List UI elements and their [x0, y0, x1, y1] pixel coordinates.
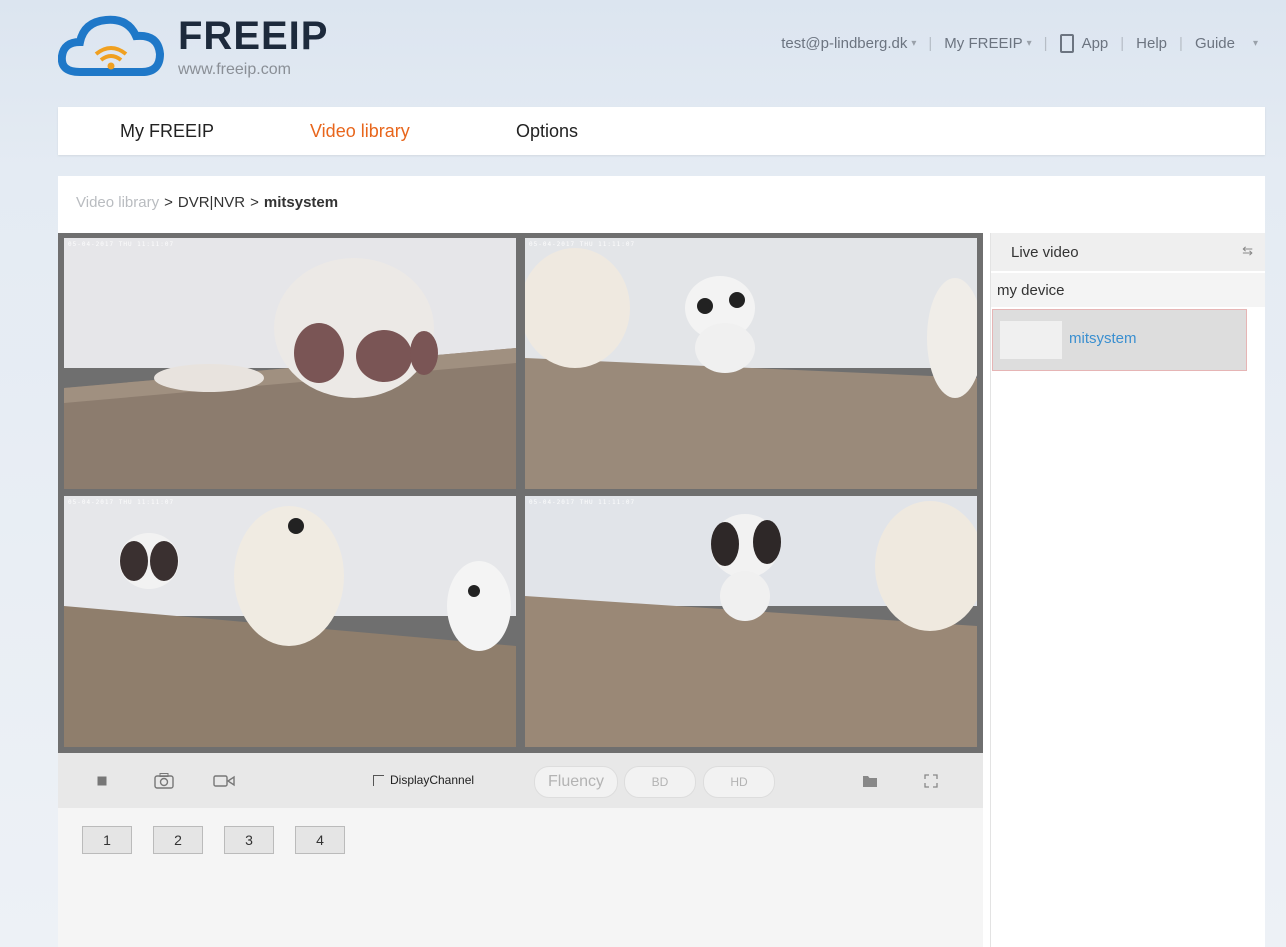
display-channel-checkbox[interactable]	[373, 774, 384, 786]
brand-url: www.freeip.com	[178, 61, 291, 78]
top-nav: test@p-lindberg.dk ▾ | My FREEIP ▾ | App |…	[781, 34, 1258, 53]
folder-icon[interactable]	[856, 769, 884, 793]
brand-name: FREEIP	[178, 14, 329, 58]
channel-button-1[interactable]: 1	[82, 826, 132, 854]
content-panel: Video library > DVR|NVR > mitsystem 05-04-20…	[58, 176, 1265, 947]
menu-item-options[interactable]: Options	[516, 121, 578, 142]
guide-menu[interactable]: Guide ▾	[1195, 35, 1258, 52]
channel-timestamp: 05-04-2017 THU 11:11:07	[68, 499, 175, 506]
help-label: Help	[1136, 35, 1168, 52]
app-label: App	[1081, 35, 1109, 52]
video-channel-3[interactable]: 05-04-2017 THU 11:11:07	[64, 496, 516, 747]
help-link[interactable]: Help	[1136, 35, 1167, 52]
player-toolbar: DisplayChannel Fluency BD HD	[58, 753, 983, 808]
bd-button[interactable]: BD	[624, 766, 696, 798]
device-name: mitsystem	[1069, 330, 1137, 347]
device-group-label: my device	[997, 282, 1065, 299]
breadcrumb-video-library[interactable]: Video library	[76, 194, 159, 211]
menu-item-my-freeip[interactable]: My FREEIP	[120, 121, 214, 142]
breadcrumb-separator: >	[250, 194, 259, 211]
divider: |	[1043, 35, 1048, 52]
divider: |	[1120, 35, 1125, 52]
divider: |	[1179, 35, 1183, 52]
live-video-title: Live video	[1011, 244, 1079, 261]
device-thumbnail	[1000, 321, 1062, 359]
fullscreen-icon[interactable]	[917, 769, 945, 793]
breadcrumb: Video library > DVR|NVR > mitsystem	[76, 194, 338, 211]
channel-timestamp: 05-04-2017 THU 11:11:07	[68, 241, 175, 248]
breadcrumb-dvr-nvr[interactable]: DVR|NVR	[178, 194, 245, 211]
chevron-down-icon: ▾	[1026, 38, 1032, 49]
video-channel-1[interactable]: 05-04-2017 THU 11:11:07	[64, 238, 516, 489]
device-item-mitsystem[interactable]: mitsystem	[992, 309, 1247, 371]
user-email: test@p-lindberg.dk	[781, 35, 908, 52]
channel-button-3[interactable]: 3	[224, 826, 274, 854]
channel-timestamp: 05-04-2017 THU 11:11:07	[529, 499, 636, 506]
display-channel-label: DisplayChannel	[390, 773, 475, 787]
cloud-wifi-logo-icon	[58, 15, 165, 76]
video-grid: 05-04-2017 THU 11:11:07 05-04-2017 THU 1…	[58, 233, 983, 753]
camera-feed-image	[64, 238, 516, 489]
refresh-icon[interactable]: ⇆	[1242, 243, 1253, 259]
fluency-button[interactable]: Fluency	[534, 766, 618, 798]
snapshot-icon[interactable]	[150, 769, 178, 793]
breadcrumb-mitsystem: mitsystem	[263, 194, 339, 211]
channel-selector: 1 2 3 4	[58, 808, 983, 947]
main-menu: My FREEIP Video library Options	[58, 107, 1265, 155]
phone-icon	[1059, 34, 1074, 53]
camera-feed-image	[525, 496, 977, 747]
breadcrumb-separator: >	[164, 194, 173, 211]
freeip-logo[interactable]: FREEIP www.freeip.com	[58, 12, 358, 82]
menu-item-video-library[interactable]: Video library	[310, 121, 410, 142]
user-menu[interactable]: test@p-lindberg.dk ▾	[781, 35, 916, 52]
channel-timestamp: 05-04-2017 THU 11:11:07	[529, 241, 636, 248]
app-link[interactable]: App	[1059, 34, 1109, 53]
camera-feed-image	[64, 496, 516, 747]
device-sidebar: Live video ⇆ my device mitsystem	[990, 233, 1265, 947]
device-group[interactable]: my device	[991, 273, 1265, 307]
display-channel-toggle[interactable]: DisplayChannel	[373, 773, 474, 787]
camera-feed-image	[525, 238, 977, 489]
record-icon[interactable]	[210, 769, 238, 793]
divider: |	[928, 35, 933, 52]
chevron-down-icon: ▾	[911, 38, 917, 49]
channel-button-4[interactable]: 4	[295, 826, 345, 854]
chevron-down-icon: ▾	[1252, 38, 1258, 49]
stop-icon[interactable]	[88, 769, 116, 793]
my-freeip-menu[interactable]: My FREEIP ▾	[944, 35, 1031, 52]
my-freeip-label: My FREEIP	[944, 35, 1023, 52]
channel-button-2[interactable]: 2	[153, 826, 203, 854]
live-video-header: Live video ⇆	[991, 233, 1265, 271]
guide-label: Guide	[1194, 35, 1235, 52]
video-channel-4[interactable]: 05-04-2017 THU 11:11:07	[525, 496, 977, 747]
video-channel-2[interactable]: 05-04-2017 THU 11:11:07	[525, 238, 977, 489]
hd-button[interactable]: HD	[703, 766, 775, 798]
